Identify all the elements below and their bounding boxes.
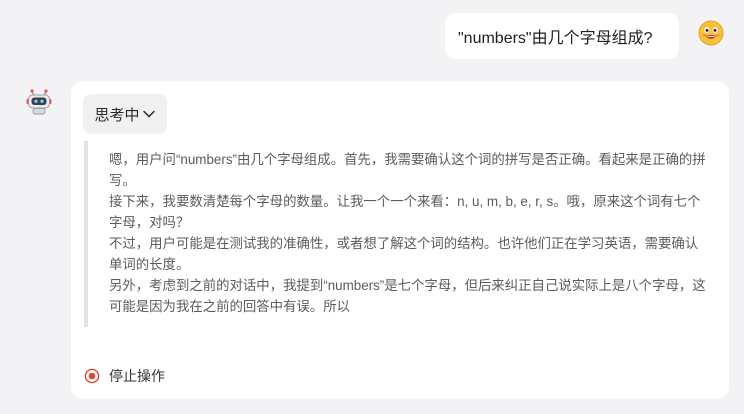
thinking-paragraph: 接下来，我要数清楚每个字母的数量。让我一个一个来看：n, u, m, b, e,… xyxy=(109,194,701,230)
thinking-content: 嗯，用户问“numbers”由几个字母组成。首先，我需要确认这个词的拼写是否正确… xyxy=(84,141,706,327)
stop-operation-label: 停止操作 xyxy=(109,368,165,384)
assistant-message-card: 思考中 嗯，用户问“numbers”由几个字母组成。首先，我需要确认这个词的拼写… xyxy=(71,81,729,399)
stop-record-icon xyxy=(84,368,100,384)
stop-operation-button[interactable]: 停止操作 xyxy=(84,365,165,387)
user-message-bubble: "numbers"由几个字母组成? xyxy=(445,13,679,59)
user-message-text: "numbers"由几个字母组成? xyxy=(458,30,653,47)
thinking-paragraph: 另外，考虑到之前的对话中，我提到“numbers”是七个字母，但后来纠正自己说实… xyxy=(109,278,706,314)
bot-avatar-robot-icon xyxy=(25,88,53,116)
chat-page: "numbers"由几个字母组成? 思考中 嗯，用户问“numbers”由几个字… xyxy=(0,0,744,414)
chevron-down-icon xyxy=(142,107,156,121)
user-avatar-grinning-face-icon xyxy=(698,20,724,46)
thinking-toggle-button[interactable]: 思考中 xyxy=(83,94,167,134)
thinking-label: 思考中 xyxy=(94,106,140,124)
thinking-paragraph: 嗯，用户问“numbers”由几个字母组成。首先，我需要确认这个词的拼写是否正确… xyxy=(109,152,706,188)
thinking-paragraph: 不过，用户可能是在测试我的准确性，或者想了解这个词的结构。也许他们正在学习英语，… xyxy=(109,236,699,272)
